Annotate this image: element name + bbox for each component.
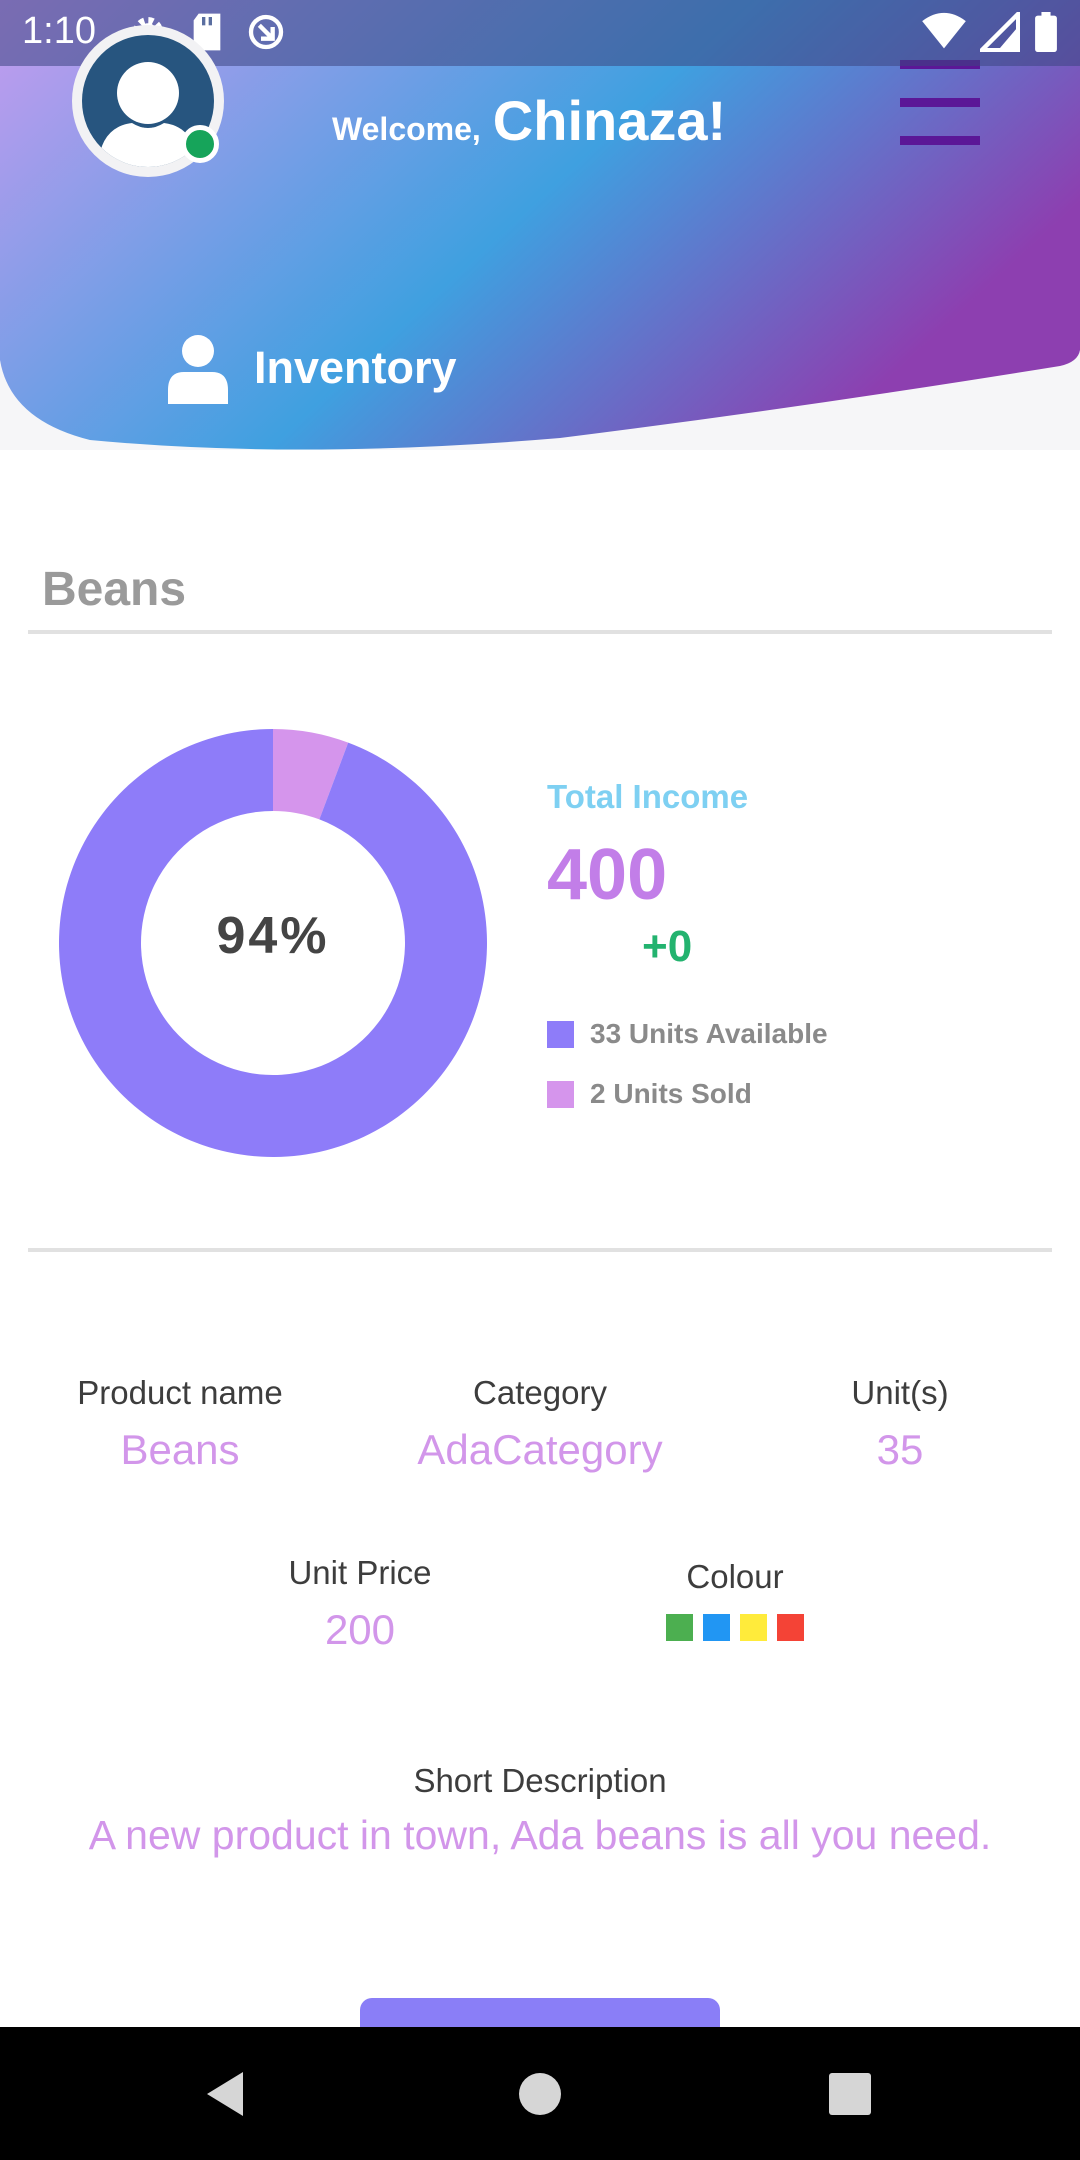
battery-icon: [1035, 12, 1057, 52]
user-name: Chinaza!: [492, 89, 727, 152]
colour-swatch: [740, 1614, 767, 1641]
legend-swatch: [547, 1020, 574, 1048]
category-value: AdaCategory: [417, 1426, 663, 1473]
divider: [28, 630, 1052, 634]
income-delta: +0: [642, 922, 693, 971]
total-income-value: 400: [547, 835, 668, 915]
back-icon: [207, 2071, 243, 2116]
nav-recents-button[interactable]: [790, 2027, 910, 2160]
nav-back-button[interactable]: [165, 2027, 285, 2160]
category-field: Category AdaCategory: [370, 1374, 710, 1474]
welcome-text: Welcome,: [332, 111, 481, 147]
units-label: Unit(s): [851, 1374, 949, 1411]
person-icon: [168, 335, 228, 404]
legend-text: 33 Units Available: [590, 1018, 828, 1049]
unit-price-label: Unit Price: [288, 1554, 432, 1591]
product-name-value: Beans: [120, 1426, 240, 1473]
short-description-label: Short Description: [413, 1762, 667, 1799]
colour-swatch: [666, 1614, 693, 1641]
donut-center-label: 94%: [216, 907, 330, 965]
menu-line: [900, 136, 980, 145]
wifi-icon: [922, 12, 966, 49]
hamburger-menu-button[interactable]: [898, 58, 982, 148]
status-time: 1:10: [22, 10, 96, 52]
colour-swatches: [620, 1614, 850, 1641]
unit-price-value: 200: [324, 1606, 396, 1653]
legend-item-available: 33 Units Available: [547, 1018, 828, 1050]
system-nav-bar: [0, 2027, 1080, 2160]
colour-label: Colour: [686, 1558, 784, 1595]
nav-home-button[interactable]: [480, 2027, 600, 2160]
product-title: Beans: [42, 563, 187, 616]
legend-swatch: [547, 1080, 574, 1108]
menu-line: [900, 98, 980, 107]
home-icon: [519, 2072, 561, 2115]
divider: [28, 1248, 1052, 1252]
product-name-label: Product name: [77, 1374, 283, 1411]
colour-swatch: [777, 1614, 804, 1641]
colour-field: Colour: [620, 1558, 850, 1641]
short-description-value: A new product in town, Ada beans is all …: [88, 1812, 992, 1858]
product-name-field: Product name Beans: [30, 1374, 330, 1474]
legend-text: 2 Units Sold: [590, 1078, 752, 1109]
unit-price-field: Unit Price 200: [230, 1554, 490, 1654]
welcome-greeting: Welcome, Chinaza!: [332, 88, 726, 153]
avatar[interactable]: [72, 25, 224, 177]
units-field: Unit(s) 35: [780, 1374, 1020, 1474]
inventory-label: Inventory: [254, 342, 457, 393]
legend-item-sold: 2 Units Sold: [547, 1078, 752, 1110]
colour-swatch: [703, 1614, 730, 1641]
sync-icon: [248, 14, 284, 50]
online-status-dot: [181, 125, 219, 163]
recents-icon: [829, 2072, 871, 2115]
units-value: 35: [876, 1426, 924, 1473]
signal-icon: [980, 12, 1020, 52]
total-income-label: Total Income: [547, 778, 749, 815]
category-label: Category: [473, 1374, 607, 1411]
